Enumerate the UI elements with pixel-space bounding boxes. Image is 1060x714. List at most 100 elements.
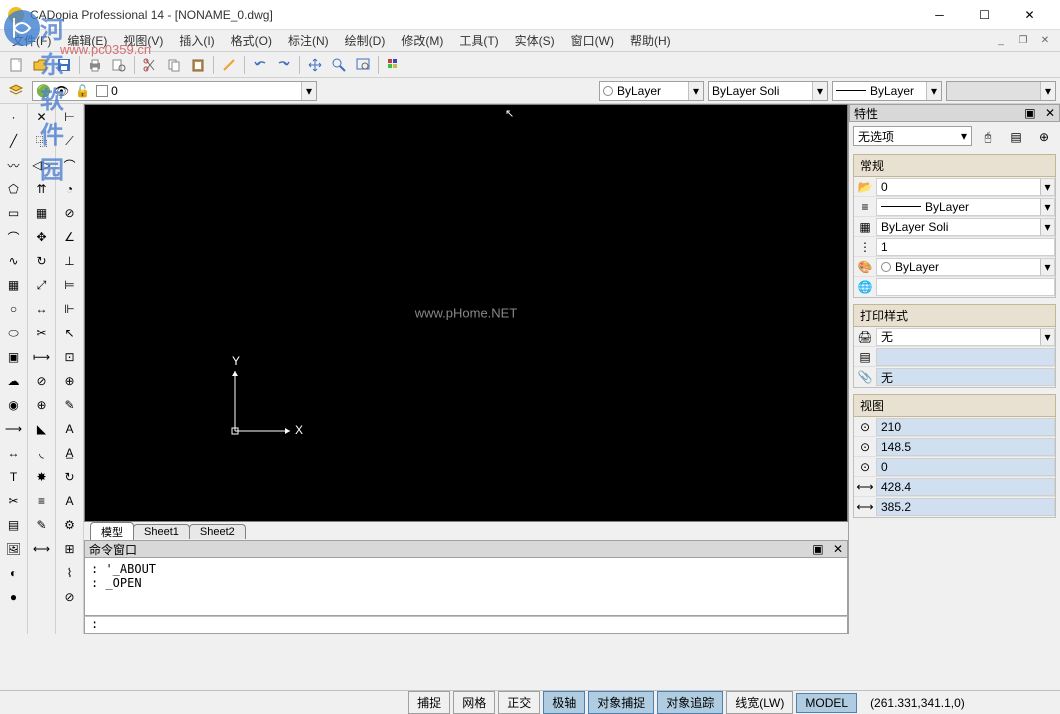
rotate-tool[interactable]: ↻ bbox=[31, 250, 53, 272]
offset-tool[interactable]: ⇈ bbox=[31, 178, 53, 200]
dim-arc-tool[interactable]: ⌒ bbox=[59, 154, 81, 176]
sphere-tool[interactable]: ● bbox=[3, 586, 25, 608]
prop-layer[interactable]: 0▾ bbox=[876, 178, 1055, 196]
command-input[interactable]: : bbox=[84, 616, 848, 634]
undo-button[interactable] bbox=[249, 54, 271, 76]
dim-aligned-tool[interactable]: ⟋ bbox=[59, 130, 81, 152]
spline-tool[interactable]: ∿ bbox=[3, 250, 25, 272]
lwt-toggle[interactable]: 线宽(LW) bbox=[726, 691, 793, 714]
cut-button[interactable] bbox=[139, 54, 161, 76]
join-tool[interactable]: ⊕ bbox=[31, 394, 53, 416]
wipeout-tool[interactable]: ◐ bbox=[3, 562, 25, 584]
lengthen-tool[interactable]: ⟷ bbox=[31, 538, 53, 560]
dim-linear-tool[interactable]: ⊢ bbox=[59, 106, 81, 128]
tab-model[interactable]: 模型 bbox=[90, 522, 134, 541]
dim-center-tool[interactable]: ⊕ bbox=[59, 370, 81, 392]
print-button[interactable] bbox=[84, 54, 106, 76]
prop-hyperlink[interactable] bbox=[876, 278, 1055, 296]
extend-tool[interactable]: ⟼ bbox=[31, 346, 53, 368]
stretch-tool[interactable]: ↔ bbox=[31, 298, 53, 320]
tab-sheet1[interactable]: Sheet1 bbox=[133, 524, 190, 539]
drawing-canvas[interactable]: ↖ www.pHome.NET X Y bbox=[84, 104, 848, 522]
dim-edit-tool[interactable]: ✎ bbox=[59, 394, 81, 416]
scale-tool[interactable]: ⤢ bbox=[31, 274, 53, 296]
group-general[interactable]: 常规 bbox=[853, 154, 1056, 177]
minimize-button[interactable]: ─ bbox=[917, 0, 962, 29]
edit-tool[interactable]: ✎ bbox=[31, 514, 53, 536]
mtext-tool[interactable]: A bbox=[59, 490, 81, 512]
otrack-toggle[interactable]: 对象追踪 bbox=[657, 691, 723, 714]
group-plot[interactable]: 打印样式 bbox=[853, 304, 1056, 327]
menu-tools[interactable]: 工具(T) bbox=[451, 30, 506, 51]
menu-draw[interactable]: 绘制(D) bbox=[337, 30, 394, 51]
chamfer-tool[interactable]: ◣ bbox=[31, 418, 53, 440]
quickselect-button[interactable]: 🖰 bbox=[977, 126, 999, 148]
dim-override-tool[interactable]: ⚙ bbox=[59, 514, 81, 536]
dim-angular-tool[interactable]: ∠ bbox=[59, 226, 81, 248]
zoom-button[interactable] bbox=[328, 54, 350, 76]
image-tool[interactable]: 🖼 bbox=[3, 538, 25, 560]
selectfilter-button[interactable]: ▤ bbox=[1005, 126, 1027, 148]
print-preview-button[interactable] bbox=[108, 54, 130, 76]
prop-ltscale-label[interactable]: ByLayer Soli▾ bbox=[876, 218, 1055, 236]
circle-tool[interactable]: ○ bbox=[3, 298, 25, 320]
table-tool[interactable]: ▤ bbox=[3, 514, 25, 536]
pan-button[interactable] bbox=[304, 54, 326, 76]
cmd-close-icon[interactable]: ✕ bbox=[833, 542, 843, 556]
cmd-dock-icon[interactable]: ▣ bbox=[812, 542, 823, 556]
block-tool[interactable]: ✂ bbox=[3, 490, 25, 512]
draw-tool-button[interactable] bbox=[218, 54, 240, 76]
zoom-window-button[interactable] bbox=[352, 54, 374, 76]
maximize-button[interactable]: ☐ bbox=[962, 0, 1007, 29]
snap-toggle[interactable]: 捕捉 bbox=[408, 691, 450, 714]
lineweight-combo[interactable]: ByLayer ▾ bbox=[832, 81, 942, 101]
point-tool[interactable]: · bbox=[3, 106, 25, 128]
mdi-restore[interactable]: ❐ bbox=[1014, 33, 1032, 49]
prop-ltscale[interactable]: 1 bbox=[876, 238, 1055, 256]
open-button[interactable] bbox=[29, 54, 51, 76]
explode-tool[interactable]: ✸ bbox=[31, 466, 53, 488]
hatch-tool[interactable]: ▦ bbox=[3, 274, 25, 296]
mdi-minimize[interactable]: _ bbox=[992, 33, 1010, 49]
donut-tool[interactable]: ◉ bbox=[3, 394, 25, 416]
paste-button[interactable] bbox=[187, 54, 209, 76]
dim-update-tool[interactable]: ↻ bbox=[59, 466, 81, 488]
dim-style-tool[interactable]: A̲ bbox=[59, 442, 81, 464]
linetype-combo[interactable]: ByLayer Soli ▾ bbox=[708, 81, 828, 101]
copy-tool[interactable]: ⿻ bbox=[31, 130, 53, 152]
line-tool[interactable]: ╱ bbox=[3, 130, 25, 152]
save-button[interactable] bbox=[53, 54, 75, 76]
dim-ordinate-tool[interactable]: ⊥ bbox=[59, 250, 81, 272]
dim-continue-tool[interactable]: ⊩ bbox=[59, 298, 81, 320]
redo-button[interactable] bbox=[273, 54, 295, 76]
color-combo[interactable]: ByLayer ▾ bbox=[599, 81, 704, 101]
textstyle-combo[interactable]: ▾ bbox=[946, 81, 1056, 101]
menu-help[interactable]: 帮助(H) bbox=[622, 30, 679, 51]
mdi-close[interactable]: ✕ bbox=[1036, 33, 1054, 49]
prop-plot-style[interactable]: 无▾ bbox=[876, 328, 1055, 346]
menu-modify[interactable]: 修改(M) bbox=[393, 30, 451, 51]
dim-baseline-tool[interactable]: ⊨ bbox=[59, 274, 81, 296]
layer-manager-button[interactable] bbox=[5, 80, 27, 102]
ellipse-tool[interactable]: ⬭ bbox=[3, 322, 25, 344]
region-tool[interactable]: ▣ bbox=[3, 346, 25, 368]
menu-edit[interactable]: 编辑(E) bbox=[59, 30, 115, 51]
rect-tool[interactable]: ▭ bbox=[3, 202, 25, 224]
dim-radius-tool[interactable]: ◔ bbox=[59, 178, 81, 200]
tab-sheet2[interactable]: Sheet2 bbox=[189, 524, 246, 539]
menu-view[interactable]: 视图(V) bbox=[115, 30, 171, 51]
break-tool[interactable]: ⊘ bbox=[31, 370, 53, 392]
erase-tool[interactable]: ✕ bbox=[31, 106, 53, 128]
polar-toggle[interactable]: 极轴 bbox=[543, 691, 585, 714]
dim-diameter-tool[interactable]: ⊘ bbox=[59, 202, 81, 224]
dim-textedit-tool[interactable]: A bbox=[59, 418, 81, 440]
prop-color[interactable]: ByLayer▾ bbox=[876, 258, 1055, 276]
copy-button[interactable] bbox=[163, 54, 185, 76]
arc-tool[interactable]: ⌒ bbox=[3, 226, 25, 248]
panel-close-icon[interactable]: ✕ bbox=[1045, 106, 1055, 120]
command-window-header[interactable]: 命令窗口 ▣ ✕ bbox=[84, 540, 848, 558]
move-tool[interactable]: ✥ bbox=[31, 226, 53, 248]
mirror-tool[interactable]: ◁▷ bbox=[31, 154, 53, 176]
selection-combo[interactable]: 无选项 ▾ bbox=[853, 126, 972, 146]
menu-window[interactable]: 窗口(W) bbox=[563, 30, 622, 51]
